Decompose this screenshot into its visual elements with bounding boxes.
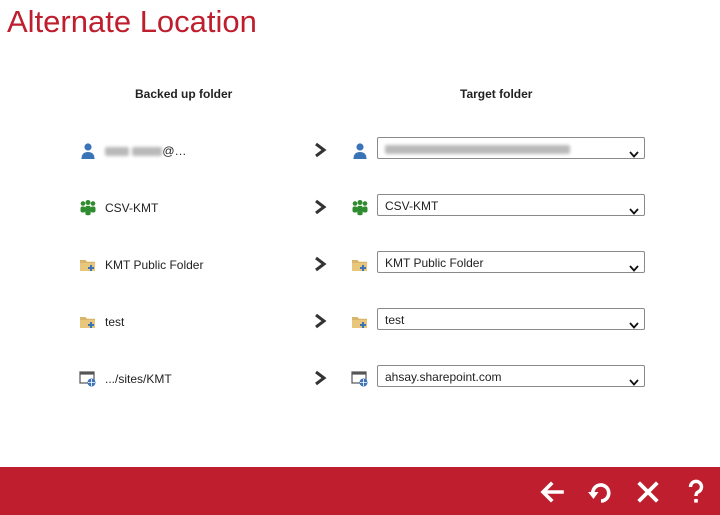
sharepoint-site-icon [351, 370, 369, 388]
target-sharepoint-site-select[interactable]: ahsay.sharepoint.com [377, 365, 645, 387]
target-sharepoint-site-value: ahsay.sharepoint.com [385, 370, 502, 384]
restore-icon[interactable] [586, 478, 614, 506]
target-user-value [385, 142, 570, 156]
group-icon [79, 199, 97, 217]
group-icon [351, 199, 369, 217]
user-icon [79, 142, 97, 160]
sharepoint-site-icon [79, 370, 97, 388]
chevron-right-icon [313, 369, 327, 387]
mapping-row-test-folder: test test [0, 307, 720, 337]
user-icon [351, 142, 369, 160]
chevron-right-icon [313, 141, 327, 159]
target-test-folder-value: test [385, 313, 405, 327]
mapping-row-user: @… [0, 136, 720, 166]
source-public-folder-label: KMT Public Folder [105, 258, 204, 272]
public-folder-icon [351, 313, 369, 331]
target-group-select[interactable]: CSV-KMT [377, 194, 645, 216]
public-folder-icon [351, 256, 369, 274]
chevron-down-icon [629, 145, 639, 158]
mapping-row-group: CSV-KMT CSV-KMT [0, 193, 720, 223]
target-public-folder-value: KMT Public Folder [385, 256, 484, 270]
chevron-down-icon [629, 373, 639, 386]
target-group-value: CSV-KMT [385, 199, 439, 213]
chevron-down-icon [629, 259, 639, 272]
backed-up-folder-header: Backed up folder [135, 87, 233, 101]
page-title: Alternate Location [7, 4, 257, 39]
public-folder-icon [79, 256, 97, 274]
chevron-down-icon [629, 316, 639, 329]
footer-toolbar [0, 467, 720, 515]
source-user-label: @… [105, 144, 187, 158]
source-test-folder-label: test [105, 315, 125, 329]
source-sharepoint-site-label: .../sites/KMT [105, 372, 172, 386]
target-test-folder-select[interactable]: test [377, 308, 645, 330]
chevron-right-icon [313, 255, 327, 273]
mapping-row-sharepoint-site: .../sites/KMT ahsay.sharepoint.com [0, 364, 720, 394]
mapping-row-public-folder: KMT Public Folder KMT Public Folder [0, 250, 720, 280]
help-icon[interactable] [682, 478, 710, 506]
target-user-select[interactable] [377, 137, 645, 159]
chevron-right-icon [313, 198, 327, 216]
source-group-label: CSV-KMT [105, 201, 159, 215]
chevron-down-icon [629, 202, 639, 215]
public-folder-icon [79, 313, 97, 331]
close-icon[interactable] [634, 478, 662, 506]
chevron-right-icon [313, 312, 327, 330]
target-public-folder-select[interactable]: KMT Public Folder [377, 251, 645, 273]
target-folder-header: Target folder [460, 87, 533, 101]
back-arrow-icon[interactable] [538, 478, 566, 506]
